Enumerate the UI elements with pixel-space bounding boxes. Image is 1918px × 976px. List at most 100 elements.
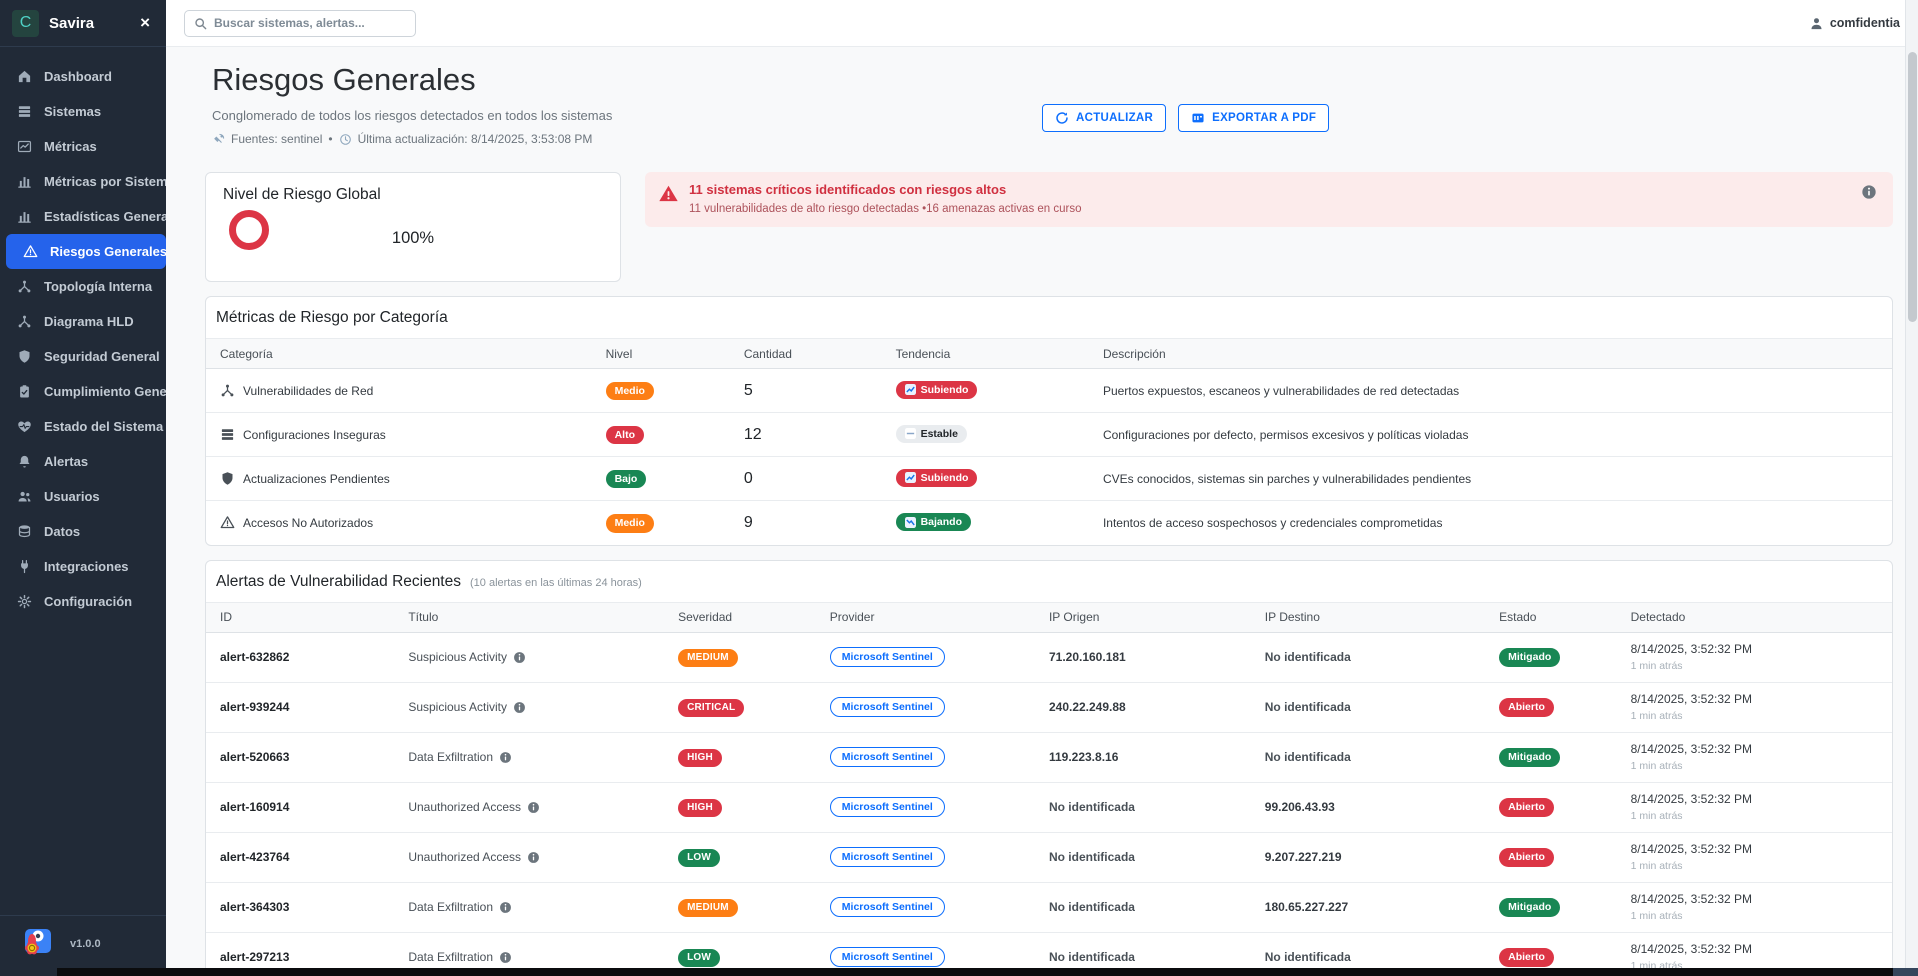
sidebar-item-cumplimiento-general[interactable]: Cumplimiento General xyxy=(0,374,166,409)
vertical-scrollbar[interactable] xyxy=(1905,0,1918,976)
detected-time: 8/14/2025, 3:52:32 PM xyxy=(1631,742,1884,756)
level-badge: Alto xyxy=(606,426,644,445)
user-menu[interactable]: comfidentia xyxy=(1809,16,1900,31)
alert-row: alert-939244 Suspicious Activity CRITICA… xyxy=(206,682,1892,732)
info-icon[interactable] xyxy=(513,701,526,714)
ip-origin: No identificada xyxy=(1049,950,1135,964)
alert-row: alert-160914 Unauthorized Access HIGH Mi… xyxy=(206,782,1892,832)
provider-badge: Microsoft Sentinel xyxy=(830,847,945,867)
ip-destination: No identificada xyxy=(1265,750,1351,764)
refresh-button[interactable]: ACTUALIZAR xyxy=(1042,104,1166,132)
severity-badge: CRITICAL xyxy=(678,699,744,717)
info-icon[interactable] xyxy=(513,651,526,664)
alert-title: Suspicious Activity xyxy=(408,650,507,664)
header-actions: ACTUALIZAR EXPORTAR A PDF xyxy=(1042,104,1329,132)
sidebar-item-dashboard[interactable]: Dashboard xyxy=(0,59,166,94)
sidebar-item-configuraci-n[interactable]: Configuración xyxy=(0,584,166,619)
sidebar-item-label: Integraciones xyxy=(44,559,129,574)
content: Riesgos Generales Conglomerado de todos … xyxy=(166,47,1918,976)
network-icon xyxy=(220,383,235,398)
alerts-col-header: Estado xyxy=(1499,602,1631,632)
status-badge: Mitigado xyxy=(1499,648,1560,667)
export-pdf-button[interactable]: EXPORTAR A PDF xyxy=(1178,104,1329,132)
heart-icon xyxy=(17,419,33,435)
ip-origin: 119.223.8.16 xyxy=(1049,750,1118,764)
risk-gauge-value: 100% xyxy=(206,229,620,248)
alert-row: alert-520663 Data Exfiltration HIGH Micr… xyxy=(206,732,1892,782)
sidebar-item-label: Estado del Sistema xyxy=(44,419,163,434)
category-label: Actualizaciones Pendientes xyxy=(243,472,390,486)
bar-chart-icon xyxy=(17,174,33,190)
sidebar-item-seguridad-general[interactable]: Seguridad General xyxy=(0,339,166,374)
severity-badge: MEDIUM xyxy=(678,649,738,667)
category-label: Accesos No Autorizados xyxy=(243,516,373,530)
alert-title: Suspicious Activity xyxy=(408,700,507,714)
bell-icon xyxy=(17,454,33,470)
scrollbar-thumb[interactable] xyxy=(1908,52,1917,322)
count-value: 0 xyxy=(744,470,753,487)
level-badge: Medio xyxy=(606,382,654,401)
detected-ago: 1 min atrás xyxy=(1631,760,1884,772)
search-icon xyxy=(194,17,207,30)
alerts-card-title: Alertas de Vulnerabilidad Recientes xyxy=(216,573,461,591)
search-input[interactable] xyxy=(214,16,406,30)
alerts-col-header: Severidad xyxy=(678,602,830,632)
info-icon[interactable] xyxy=(1861,184,1877,215)
sidebar-item-label: Configuración xyxy=(44,594,132,609)
sidebar-item-label: Alertas xyxy=(44,454,88,469)
sidebar-item-riesgos-generales[interactable]: Riesgos Generales xyxy=(6,234,166,269)
sidebar-item-datos[interactable]: Datos xyxy=(0,514,166,549)
metrics-card-title: Métricas de Riesgo por Categoría xyxy=(216,309,448,327)
server-icon xyxy=(220,427,235,442)
sidebar-item-label: Diagrama HLD xyxy=(44,314,134,329)
clock-icon xyxy=(339,133,352,146)
info-icon[interactable] xyxy=(499,751,512,764)
detected-time: 8/14/2025, 3:52:32 PM xyxy=(1631,792,1884,806)
app-version: v1.0.0 xyxy=(70,938,101,950)
brand: C Savira × xyxy=(0,0,166,47)
count-value: 5 xyxy=(744,382,753,399)
sidebar-item-estado-del-sistema[interactable]: Estado del Sistema xyxy=(0,409,166,444)
category-description: Puertos expuestos, escaneos y vulnerabil… xyxy=(1103,384,1459,398)
bar-chart-icon xyxy=(17,209,33,225)
sidebar-item-alertas[interactable]: Alertas xyxy=(0,444,166,479)
info-icon[interactable] xyxy=(499,951,512,964)
recent-alerts-card: Alertas de Vulnerabilidad Recientes (10 … xyxy=(205,560,1893,976)
level-badge: Medio xyxy=(606,514,654,533)
warning-icon xyxy=(659,184,678,215)
provider-badge: Microsoft Sentinel xyxy=(830,797,945,817)
metrics-col-header: Tendencia xyxy=(896,339,1103,369)
page-header: Riesgos Generales Conglomerado de todos … xyxy=(205,62,1893,146)
category-description: CVEs conocidos, sistemas sin parches y v… xyxy=(1103,472,1471,486)
metrics-row: Vulnerabilidades de Red Medio 5 Subiendo… xyxy=(206,369,1892,413)
banner-title: 11 sistemas críticos identificados con r… xyxy=(689,182,1082,197)
metrics-col-header: Nivel xyxy=(606,339,744,369)
ip-origin: 71.20.160.181 xyxy=(1049,650,1126,664)
assistant-robot-icon[interactable] xyxy=(18,926,54,962)
banner-texts: 11 sistemas críticos identificados con r… xyxy=(689,182,1082,215)
sidebar-item-label: Sistemas xyxy=(44,104,101,119)
sidebar-item-usuarios[interactable]: Usuarios xyxy=(0,479,166,514)
sidebar-nav: Dashboard Sistemas Métricas Métricas por… xyxy=(0,47,166,631)
alert-title: Data Exfiltration xyxy=(408,900,493,914)
sidebar-item-label: Topología Interna xyxy=(44,279,152,294)
severity-badge: HIGH xyxy=(678,799,722,817)
severity-badge: HIGH xyxy=(678,749,722,767)
info-icon[interactable] xyxy=(499,901,512,914)
sidebar-item-estad-sticas-generales[interactable]: Estadísticas Generales xyxy=(0,199,166,234)
chart-up-icon xyxy=(905,384,916,395)
status-badge: Abierto xyxy=(1499,698,1554,717)
sidebar-item-m-tricas-por-sistema[interactable]: Métricas por Sistema xyxy=(0,164,166,199)
page-meta: Fuentes: sentinel • Última actualización… xyxy=(212,132,1893,146)
sidebar-item-topolog-a-interna[interactable]: Topología Interna xyxy=(0,269,166,304)
sidebar-item-sistemas[interactable]: Sistemas xyxy=(0,94,166,129)
sidebar-close-icon[interactable]: × xyxy=(136,13,154,33)
info-icon[interactable] xyxy=(527,801,540,814)
taskbar-edge-right xyxy=(1893,968,1918,976)
detected-ago: 1 min atrás xyxy=(1631,860,1884,872)
severity-badge: LOW xyxy=(678,949,720,967)
sidebar-item-m-tricas[interactable]: Métricas xyxy=(0,129,166,164)
sidebar-item-diagrama-hld[interactable]: Diagrama HLD xyxy=(0,304,166,339)
info-icon[interactable] xyxy=(527,851,540,864)
sidebar-item-integraciones[interactable]: Integraciones xyxy=(0,549,166,584)
